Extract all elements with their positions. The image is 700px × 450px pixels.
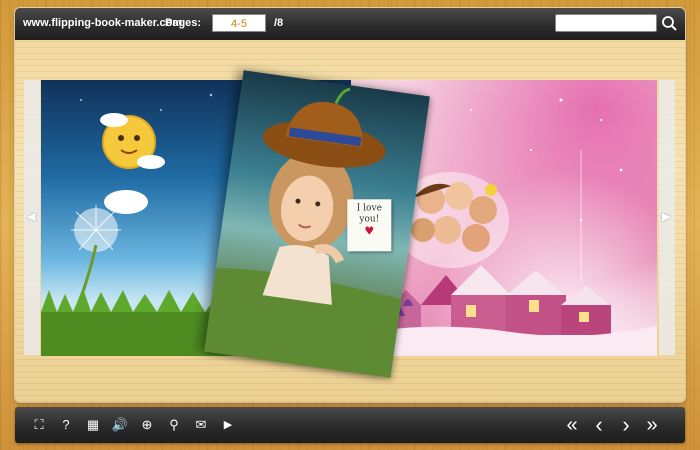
love-note: I love you! ♥ (347, 199, 392, 252)
email-icon[interactable]: ✉ (192, 416, 210, 434)
lips-icon: ♥ (364, 224, 375, 238)
note-line-2: you! (359, 214, 380, 225)
site-title: www.flipping-book-maker.com (23, 17, 183, 29)
search-input[interactable] (555, 14, 657, 32)
search-icon[interactable]: ⚲ (165, 416, 183, 434)
left-arrow-icon[interactable]: ◀ (27, 210, 35, 223)
book-area: ◀ ▶ I love you! ♥ (15, 40, 685, 402)
bottom-toolbar: ⛶ ? ▦ 🔊 ⊕ ⚲ ✉ ▶ « ‹ › » (15, 407, 685, 443)
next-page-strip[interactable]: ▶ (659, 80, 675, 355)
previous-page-icon[interactable]: ‹ (590, 414, 608, 436)
zoom-in-icon[interactable]: ⊕ (138, 416, 156, 434)
last-page-icon[interactable]: » (643, 415, 661, 435)
next-page-icon[interactable]: › (617, 414, 635, 436)
fullscreen-icon[interactable]: ⛶ (30, 416, 48, 434)
search-icon[interactable] (660, 14, 680, 34)
top-toolbar: www.flipping-book-maker.com Pages: 4-5 /… (15, 8, 685, 40)
flip-page-illustration (204, 87, 402, 378)
book-viewer-frame: www.flipping-book-maker.com Pages: 4-5 /… (15, 8, 685, 402)
previous-page-strip[interactable]: ◀ (24, 80, 40, 355)
flipping-page[interactable]: I love you! ♥ (204, 70, 430, 378)
note-line-1: I love (356, 203, 382, 214)
autoplay-icon[interactable]: ▶ (219, 416, 237, 434)
first-page-icon[interactable]: « (563, 415, 581, 435)
thumbnails-icon[interactable]: ▦ (84, 416, 102, 434)
help-icon[interactable]: ? (57, 416, 75, 434)
right-arrow-icon[interactable]: ▶ (662, 210, 670, 223)
pages-label: Pages: (165, 17, 202, 29)
page-number-input[interactable]: 4-5 (212, 14, 266, 32)
sound-icon[interactable]: 🔊 (111, 416, 129, 434)
page-total: /8 (274, 17, 284, 29)
